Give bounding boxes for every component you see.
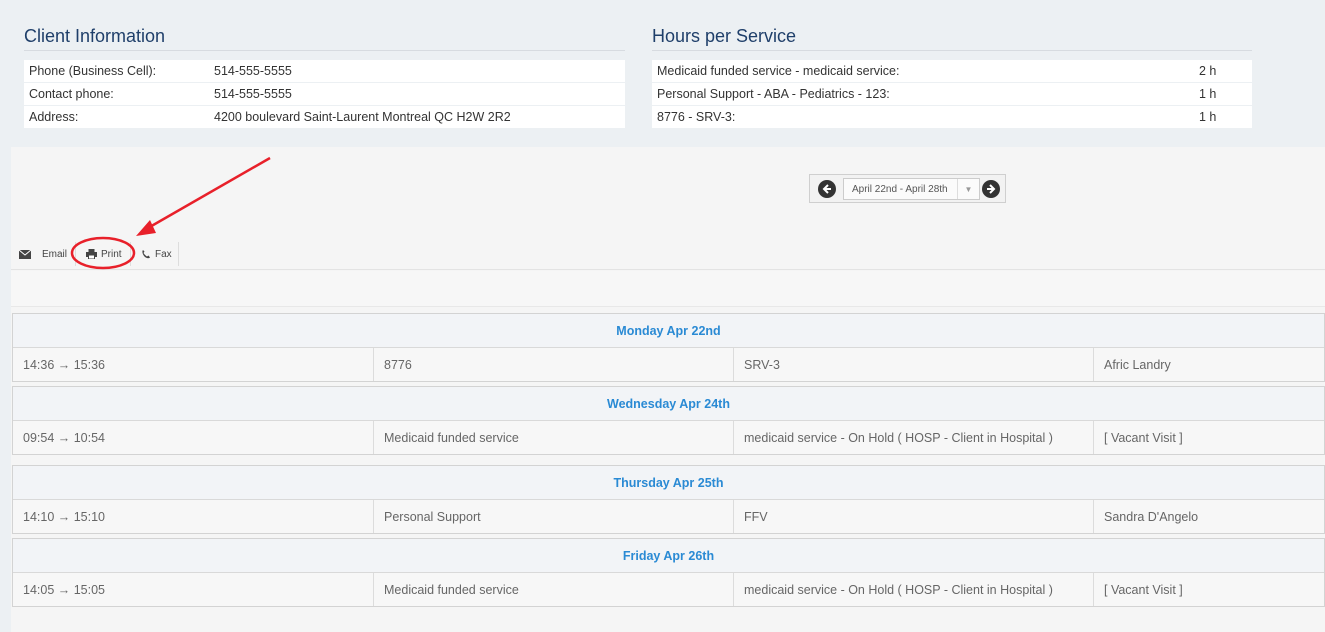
day-header: Thursday Apr 25th	[13, 466, 1324, 500]
hours-per-service-title: Hours per Service	[652, 26, 797, 46]
day-block: Friday Apr 26th 14:05 → 15:05 Medicaid f…	[12, 538, 1325, 607]
fax-label: Fax	[155, 248, 172, 260]
service-label: 8776 - SRV-3:	[657, 110, 736, 124]
day-block: Thursday Apr 25th 14:10 → 15:10 Personal…	[12, 465, 1325, 534]
visit-time: 14:36 → 15:36	[23, 357, 106, 372]
day-block: Wednesday Apr 24th 09:54 → 10:54 Medicai…	[12, 386, 1325, 455]
week-range-select[interactable]: April 22nd - April 28th ▼	[843, 178, 980, 200]
client-info-row: Contact phone: 514-555-5555	[24, 83, 625, 105]
action-toolbar: Email Print Fax	[11, 238, 1325, 270]
visit-time: 09:54 → 10:54	[23, 430, 106, 445]
visit-row[interactable]: 14:10 → 15:10 Personal Support FFV Sandr…	[13, 500, 1324, 533]
phone-icon	[142, 250, 150, 259]
divider	[24, 50, 625, 51]
visit-service: Medicaid funded service	[373, 573, 519, 606]
email-label: Email	[42, 248, 68, 260]
client-info-title: Client Information	[24, 26, 166, 46]
service-label: Personal Support - ABA - Pediatrics - 12…	[657, 87, 890, 101]
hours-row: Personal Support - ABA - Pediatrics - 12…	[652, 83, 1252, 105]
arrow-right-circle-icon[interactable]	[982, 180, 1000, 198]
week-navigator: April 22nd - April 28th ▼	[809, 174, 1006, 203]
info-value: 4200 boulevard Saint-Laurent Montreal QC…	[214, 110, 511, 124]
visit-service: 8776	[373, 348, 412, 381]
visit-row[interactable]: 14:36 → 15:36 8776 SRV-3 Afric Landry	[13, 348, 1324, 381]
visit-time: 14:05 → 15:05	[23, 582, 106, 597]
arrow-right-icon	[987, 184, 996, 194]
visit-worker: [ Vacant Visit ]	[1093, 421, 1183, 454]
service-hours: 1 h	[1199, 87, 1217, 101]
day-block: Monday Apr 22nd 14:36 → 15:36 8776 SRV-3…	[12, 313, 1325, 382]
print-button[interactable]: Print	[86, 238, 122, 270]
printer-icon	[86, 249, 97, 259]
visit-worker: Afric Landry	[1093, 348, 1171, 381]
visit-worker: Sandra D'Angelo	[1093, 500, 1198, 533]
service-label: Medicaid funded service - medicaid servi…	[657, 64, 900, 78]
email-button[interactable]: Email	[19, 238, 67, 270]
client-info-row: Phone (Business Cell): 514-555-5555	[24, 60, 625, 82]
filter-strip	[11, 271, 1325, 307]
info-label: Phone (Business Cell):	[29, 64, 157, 78]
client-info-row: Address: 4200 boulevard Saint-Laurent Mo…	[24, 106, 625, 128]
hours-row: Medicaid funded service - medicaid servi…	[652, 60, 1252, 82]
visit-service: Personal Support	[373, 500, 481, 533]
visit-row[interactable]: 09:54 → 10:54 Medicaid funded service me…	[13, 421, 1324, 454]
info-value: 514-555-5555	[214, 64, 292, 78]
info-label: Address:	[29, 110, 79, 124]
day-header: Friday Apr 26th	[13, 539, 1324, 573]
service-hours: 1 h	[1199, 110, 1217, 124]
visit-detail: FFV	[733, 500, 768, 533]
visit-time: 14:10 → 15:10	[23, 509, 106, 524]
visit-detail: SRV-3	[733, 348, 780, 381]
print-label: Print	[101, 248, 122, 260]
chevron-down-icon[interactable]: ▼	[957, 179, 979, 199]
hours-row: 8776 - SRV-3: 1 h	[652, 106, 1252, 128]
info-label: Contact phone:	[29, 87, 114, 101]
visit-detail: medicaid service - On Hold ( HOSP - Clie…	[733, 421, 1053, 454]
visit-worker: [ Vacant Visit ]	[1093, 573, 1183, 606]
visit-detail: medicaid service - On Hold ( HOSP - Clie…	[733, 573, 1053, 606]
service-hours: 2 h	[1199, 64, 1217, 78]
toolbar-divider	[75, 242, 76, 266]
visit-row[interactable]: 14:05 → 15:05 Medicaid funded service me…	[13, 573, 1324, 606]
envelope-icon	[19, 249, 31, 259]
week-range-label: April 22nd - April 28th	[852, 183, 948, 195]
info-value: 514-555-5555	[214, 87, 292, 101]
fax-button[interactable]: Fax	[141, 238, 172, 270]
toolbar-divider	[130, 242, 131, 266]
arrow-left-icon	[822, 184, 831, 194]
day-header: Monday Apr 22nd	[13, 314, 1324, 348]
day-header: Wednesday Apr 24th	[13, 387, 1324, 421]
toolbar-divider	[178, 242, 179, 266]
visit-service: Medicaid funded service	[373, 421, 519, 454]
arrow-left-circle-icon[interactable]	[818, 180, 836, 198]
divider	[652, 50, 1252, 51]
